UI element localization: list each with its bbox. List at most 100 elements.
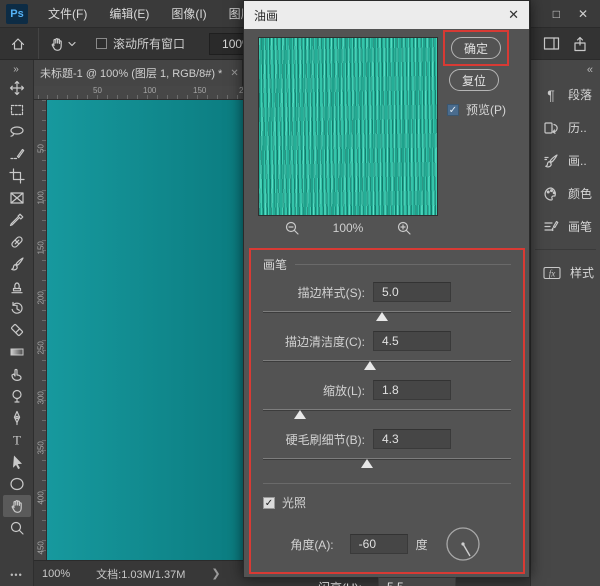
- cleanliness-slider[interactable]: [263, 358, 511, 371]
- eyedropper-icon: [9, 212, 25, 228]
- hand-icon: [49, 36, 65, 52]
- collapse-panels-button[interactable]: «: [531, 60, 600, 78]
- smudge-tool[interactable]: [3, 363, 31, 385]
- gradient-icon: [9, 344, 25, 360]
- dialog-title: 油画: [254, 7, 278, 24]
- brush-icon: [9, 256, 25, 272]
- lighting-checkbox[interactable]: ✓: [263, 497, 275, 509]
- stylization-input[interactable]: 5.0: [373, 282, 451, 302]
- scale-input[interactable]: 1.8: [373, 380, 451, 400]
- brush-tool[interactable]: [3, 253, 31, 275]
- ruler-tick: 100: [37, 193, 46, 205]
- hand-tool[interactable]: [3, 495, 31, 517]
- chevron-down-icon: [68, 41, 76, 47]
- smudge-icon: [9, 366, 25, 382]
- panel-tab-color[interactable]: 颜色: [531, 177, 600, 210]
- stylization-slider[interactable]: [263, 309, 511, 322]
- window-close-icon[interactable]: ✕: [578, 7, 588, 21]
- home-button[interactable]: [0, 28, 39, 59]
- hand-tool-option[interactable]: [39, 36, 86, 52]
- crop-tool[interactable]: [3, 165, 31, 187]
- marquee-tool[interactable]: [3, 99, 31, 121]
- bristle-detail-slider[interactable]: [263, 456, 511, 469]
- panel-tab-brushes[interactable]: 画笔: [531, 210, 600, 243]
- status-chevron-icon[interactable]: ❯: [211, 567, 220, 580]
- dodge-tool[interactable]: [3, 385, 31, 407]
- svg-text:¶: ¶: [547, 87, 555, 103]
- type-tool[interactable]: T: [3, 429, 31, 451]
- panel-tab-paragraph[interactable]: ¶ 段落: [531, 78, 600, 111]
- move-tool[interactable]: [3, 77, 31, 99]
- preview-zoom-controls: 100%: [258, 220, 438, 236]
- scroll-all-windows-checkbox[interactable]: [96, 38, 107, 49]
- path-select-icon: [9, 454, 25, 470]
- menu-edit[interactable]: 编辑(E): [99, 0, 159, 27]
- dialog-close-icon[interactable]: ✕: [508, 7, 519, 23]
- document-canvas[interactable]: [47, 100, 243, 560]
- bristle-detail-label: 硬毛刷细节(B):: [286, 431, 365, 448]
- scale-label: 缩放(L):: [323, 382, 365, 399]
- scale-slider[interactable]: [263, 407, 511, 420]
- object-selection-tool[interactable]: [3, 143, 31, 165]
- preview-toggle[interactable]: ✓ 预览(P): [447, 101, 506, 118]
- vertical-ruler: 50 100 150 200 250 300 350 400 450: [34, 100, 47, 560]
- slider-thumb[interactable]: [364, 361, 376, 370]
- angle-dial[interactable]: [442, 523, 484, 565]
- zoom-tool[interactable]: [3, 517, 31, 539]
- panel-tab-history[interactable]: 历..: [531, 111, 600, 144]
- reset-button[interactable]: 复位: [449, 69, 499, 91]
- angle-input[interactable]: -60: [350, 534, 408, 554]
- lasso-tool[interactable]: [3, 121, 31, 143]
- preview-zoom-value[interactable]: 100%: [333, 221, 364, 235]
- divider: [295, 264, 511, 265]
- history-brush-tool[interactable]: [3, 297, 31, 319]
- path-select-tool[interactable]: [3, 451, 31, 473]
- panel-tab-styles[interactable]: fx 样式: [531, 256, 600, 289]
- status-zoom-level[interactable]: 100%: [42, 568, 70, 580]
- shine-input[interactable]: 5.5: [378, 577, 456, 586]
- tab-close-icon[interactable]: ✕: [230, 68, 238, 79]
- slider-thumb[interactable]: [376, 312, 388, 321]
- slider-thumb[interactable]: [361, 459, 373, 468]
- param-row: 缩放(L): 1.8: [263, 380, 511, 400]
- ok-button-highlight: 确定: [443, 30, 509, 66]
- toolbar-expand-button[interactable]: »: [0, 60, 33, 77]
- menu-image[interactable]: 图像(I): [161, 0, 216, 27]
- eraser-tool[interactable]: [3, 319, 31, 341]
- frame-icon: [9, 190, 25, 206]
- filter-preview-image[interactable]: [258, 37, 438, 216]
- divider: [535, 249, 596, 250]
- preview-checkbox[interactable]: ✓: [447, 104, 459, 116]
- menu-file[interactable]: 文件(F): [38, 0, 97, 27]
- slider-track: [263, 458, 511, 460]
- clone-stamp-tool[interactable]: [3, 275, 31, 297]
- zoom-out-icon[interactable]: [284, 220, 300, 236]
- scroll-all-windows-option[interactable]: 滚动所有窗口: [86, 35, 195, 52]
- gradient-tool[interactable]: [3, 341, 31, 363]
- workspace-icon[interactable]: [543, 36, 560, 51]
- shape-tool[interactable]: [3, 473, 31, 495]
- ruler-tick: 250: [37, 343, 46, 355]
- maximize-icon[interactable]: □: [553, 7, 560, 21]
- param-row: 硬毛刷细节(B): 4.3: [263, 429, 511, 449]
- paragraph-icon: ¶: [543, 87, 559, 103]
- bristle-detail-input[interactable]: 4.3: [373, 429, 451, 449]
- document-tab[interactable]: 未标题-1 @ 100% (图层 1, RGB/8#) * ✕: [34, 60, 242, 86]
- healing-brush-tool[interactable]: [3, 231, 31, 253]
- ok-button[interactable]: 确定: [451, 37, 501, 59]
- eyedropper-tool[interactable]: [3, 209, 31, 231]
- dodge-icon: [9, 388, 25, 404]
- clone-stamp-icon: [9, 278, 25, 294]
- panel-tab-brush-settings[interactable]: 画..: [531, 144, 600, 177]
- panel-label: 历..: [568, 119, 587, 136]
- slider-thumb[interactable]: [294, 410, 306, 419]
- pen-tool[interactable]: [3, 407, 31, 429]
- share-icon[interactable]: [572, 36, 588, 52]
- frame-tool[interactable]: [3, 187, 31, 209]
- ruler-tick: 300: [37, 393, 46, 405]
- cleanliness-input[interactable]: 4.5: [373, 331, 451, 351]
- toolbar-more-button[interactable]: •••: [0, 570, 33, 580]
- window-controls: □ ✕: [531, 0, 600, 28]
- dialog-title-bar[interactable]: 油画 ✕: [244, 1, 529, 29]
- zoom-in-icon[interactable]: [396, 220, 412, 236]
